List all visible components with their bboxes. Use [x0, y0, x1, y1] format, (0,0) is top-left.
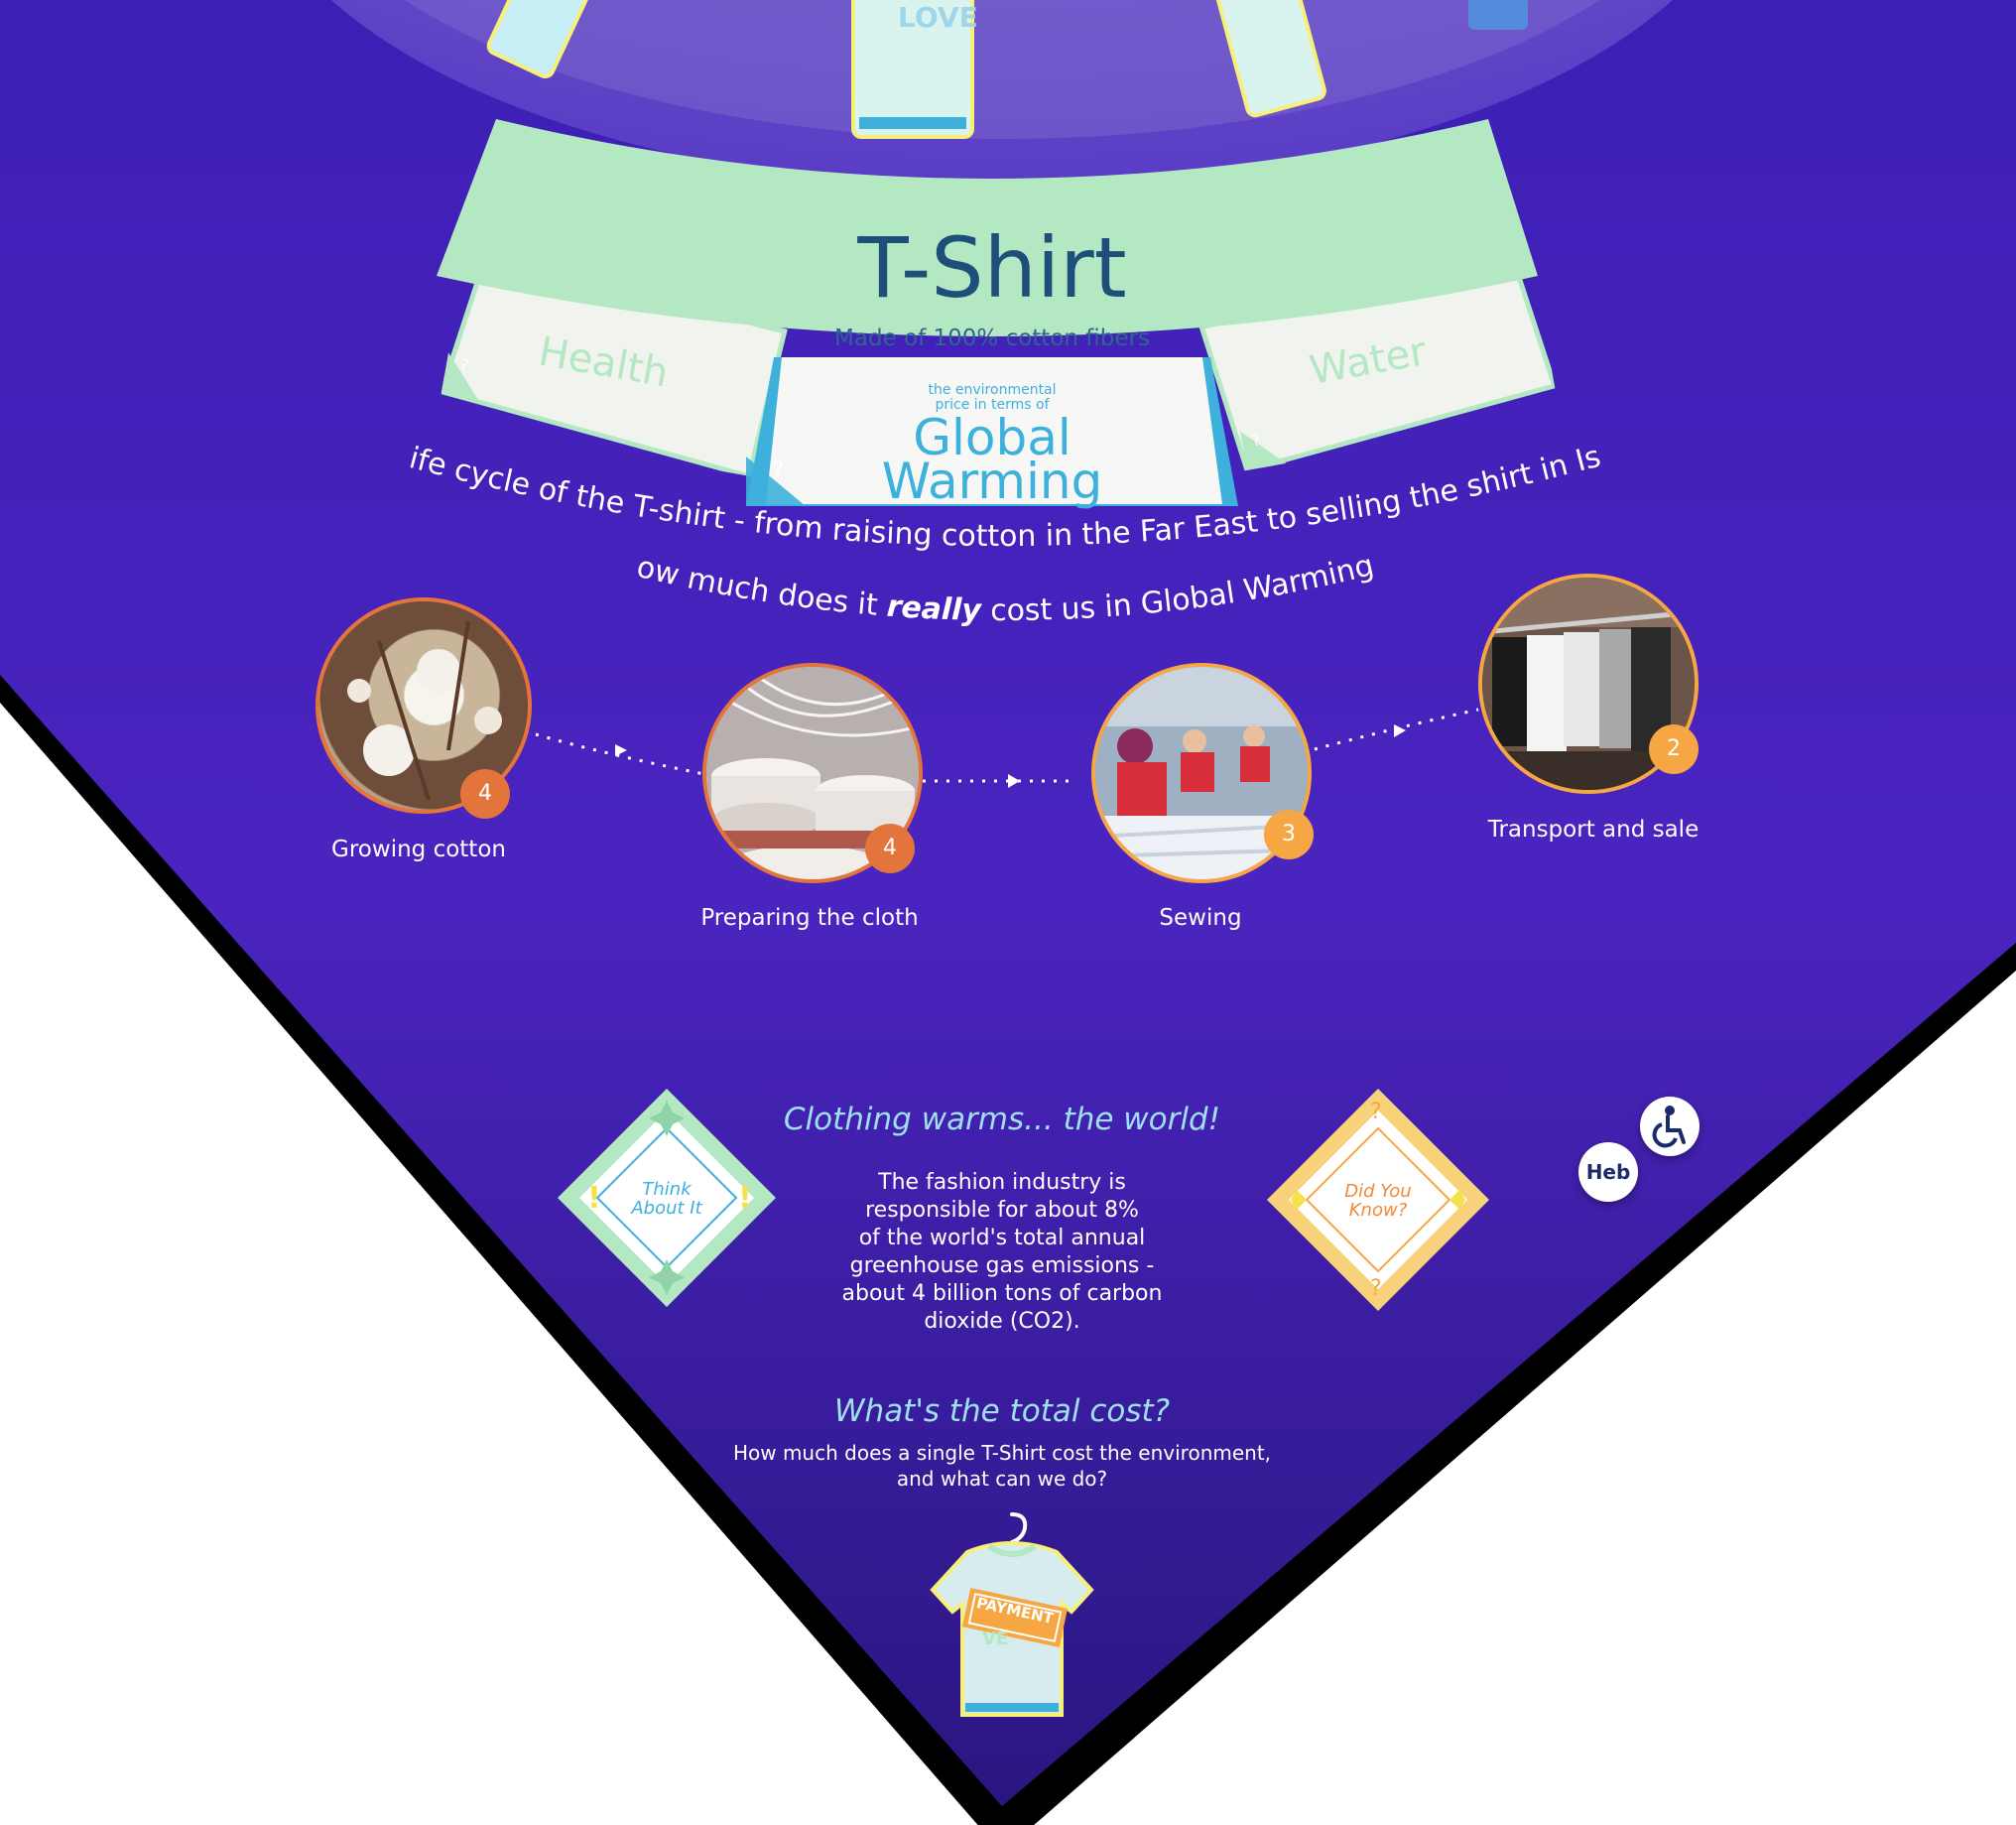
- accessibility-button[interactable]: [1640, 1097, 1700, 1156]
- fact-body-line: The fashion industry is: [878, 1170, 1126, 1195]
- svg-text:?: ?: [1370, 1100, 1382, 1124]
- step-connectors: [535, 708, 1479, 788]
- page-title: T-Shirt: [857, 219, 1127, 317]
- headline-emphasis: really: [886, 589, 983, 628]
- step-score-badge: 4: [460, 769, 510, 819]
- payment-shirt-button[interactable]: VE PAYMENT: [928, 1510, 1096, 1719]
- step-score-badge: 3: [1264, 810, 1314, 859]
- fact-body-line: dioxide (CO2).: [924, 1309, 1080, 1334]
- total-line1: How much does a single T-Shirt cost the …: [732, 1441, 1272, 1465]
- headline-arc: The life cycle of the T-shirt - from rai…: [377, 437, 1604, 628]
- shirt-print-text: LOVE: [898, 1, 978, 34]
- think-card-line1: Think: [642, 1179, 692, 1200]
- step-score-badge: 4: [865, 824, 915, 873]
- page: LOVE Health ? Water ? the environmental …: [0, 0, 2016, 1825]
- svg-text:VE: VE: [982, 1629, 1008, 1649]
- know-card-line2: Know?: [1348, 1200, 1408, 1221]
- svg-text:The life cycle of the T-shirt: The life cycle of the T-shirt - from rai…: [377, 437, 1604, 554]
- total-title: What's the total cost?: [833, 1393, 1171, 1429]
- language-button[interactable]: Heb: [1578, 1142, 1638, 1202]
- step-score-badge: 2: [1649, 724, 1699, 774]
- page-subtitle: Made of 100% cotton fibers: [834, 326, 1150, 351]
- headline-line1: The life cycle of the T-shirt - from rai…: [377, 437, 1604, 554]
- fact-body-line: responsible for about 8%: [865, 1198, 1139, 1223]
- total-line2: and what can we do?: [896, 1467, 1108, 1491]
- fact-body-line: of the world's total annual: [858, 1226, 1146, 1250]
- step-label: Preparing the cloth: [700, 905, 919, 931]
- svg-text:?: ?: [1370, 1276, 1382, 1301]
- step-label: Growing cotton: [331, 837, 506, 862]
- svg-text:!: !: [738, 1181, 752, 1216]
- fact-body-line: about 4 billion tons of carbon: [841, 1281, 1163, 1306]
- fact-body: The fashion industry is responsible for …: [814, 1169, 1191, 1336]
- step-label: Sewing: [1159, 905, 1242, 931]
- step-label: Transport and sale: [1487, 817, 1700, 843]
- know-card-line1: Did You: [1344, 1181, 1412, 1202]
- fact-body-line: greenhouse gas emissions -: [849, 1253, 1155, 1278]
- fact-title: Clothing warms... the world!: [783, 1102, 1221, 1137]
- think-about-it-card[interactable]: ! ! Think About It: [558, 1089, 776, 1307]
- did-you-know-card[interactable]: ? ? Did You Know?: [1267, 1089, 1489, 1311]
- wheelchair-icon: [1652, 1106, 1686, 1148]
- think-card-line2: About It: [631, 1198, 702, 1219]
